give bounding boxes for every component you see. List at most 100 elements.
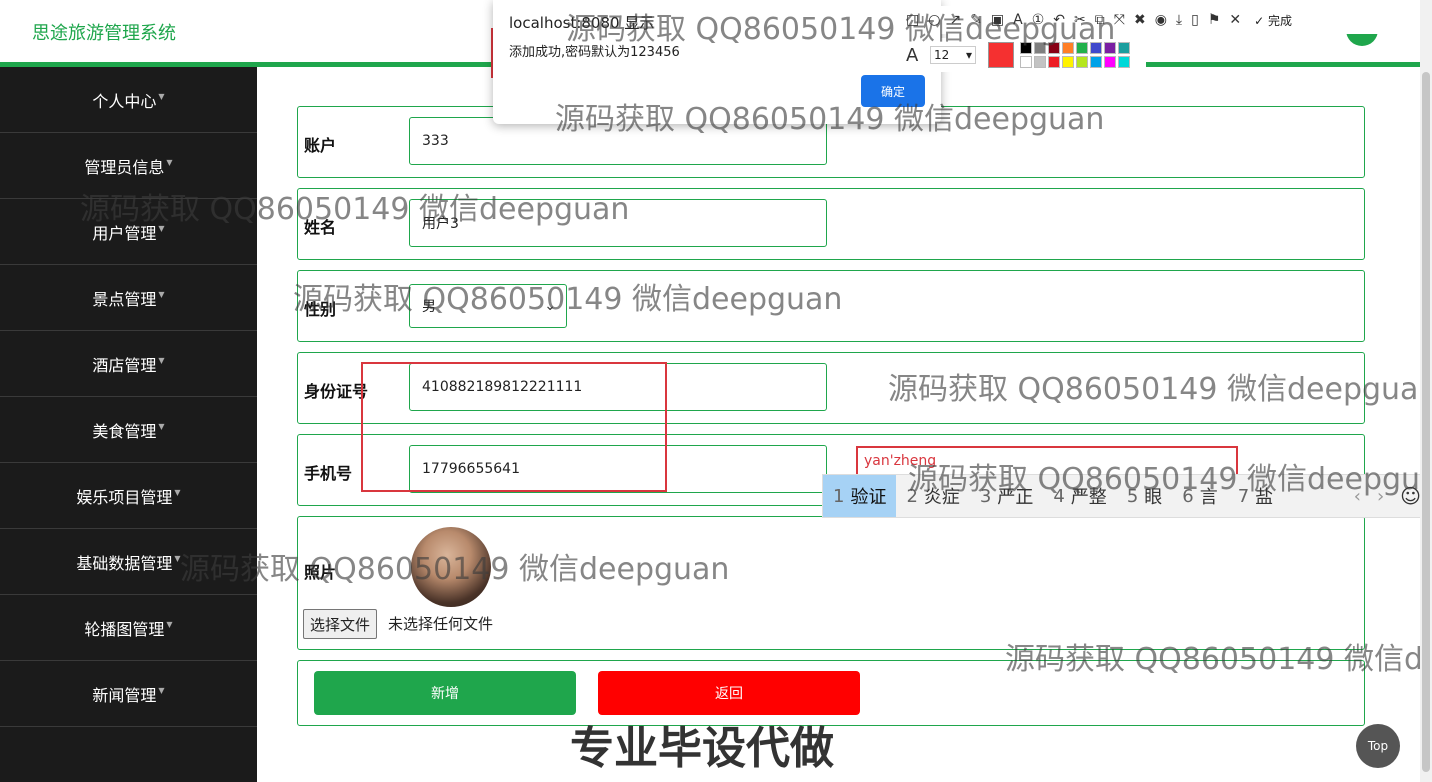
- sidebar-item-scenic-management[interactable]: 景点管理 ▼: [0, 265, 257, 331]
- ime-candidate-bar: 1 验证 2 炎症 3 严正 4 严整 5眼 6言 7盐 ‹ › ☺: [822, 474, 1432, 518]
- sidebar-item-food-management[interactable]: 美食管理 ▼: [0, 397, 257, 463]
- sidebar-item-hotel-management[interactable]: 酒店管理 ▼: [0, 331, 257, 397]
- sidebar-item-label: 用户管理: [92, 223, 157, 243]
- sidebar-item-news-management[interactable]: 新闻管理 ▼: [0, 661, 257, 727]
- color-swatch[interactable]: [1062, 42, 1074, 54]
- sidebar-item-carousel-management[interactable]: 轮播图管理 ▼: [0, 595, 257, 661]
- sidebar-item-label: 景点管理: [92, 289, 157, 309]
- sidebar-item-personal-center[interactable]: 个人中心 ▼: [0, 67, 257, 133]
- color-swatch[interactable]: [1118, 42, 1130, 54]
- sidebar-item-entertainment-management[interactable]: 娱乐项目管理 ▼: [0, 463, 257, 529]
- ime-candidate[interactable]: 3 严正: [970, 475, 1043, 517]
- candidate-word: 眼: [1144, 487, 1163, 508]
- record-icon[interactable]: ◉: [1155, 12, 1167, 28]
- color-swatch[interactable]: [1034, 56, 1046, 68]
- candidate-number: 7: [1237, 485, 1250, 507]
- candidate-number: 4: [1053, 485, 1065, 507]
- gender-select[interactable]: 男 ⌄: [409, 284, 567, 328]
- color-swatch[interactable]: [1020, 42, 1032, 54]
- back-button[interactable]: 返回: [598, 671, 860, 715]
- close-icon[interactable]: ✕: [1229, 12, 1241, 28]
- ime-composition-field[interactable]: yan'zheng: [856, 446, 1238, 476]
- dialog-ok-button[interactable]: 确定: [861, 75, 925, 107]
- bookmark-icon[interactable]: ⚑: [1208, 12, 1221, 28]
- promo-banner-text: 专业毕设代做: [570, 723, 834, 774]
- color-swatch[interactable]: [1104, 56, 1116, 68]
- arrow-tool-icon[interactable]: ↗: [949, 12, 961, 28]
- color-swatch[interactable]: [1076, 56, 1088, 68]
- form-row-gender: 性别 男 ⌄: [297, 270, 1365, 342]
- scrollbar-thumb[interactable]: [1422, 72, 1430, 772]
- ime-candidate[interactable]: 2 炎症: [896, 475, 969, 517]
- caret-down-icon: ▼: [158, 224, 165, 233]
- color-swatch[interactable]: [1048, 42, 1060, 54]
- caret-down-icon: ▼: [174, 488, 181, 497]
- annotation-box: [361, 362, 667, 492]
- sidebar-item-label: 娱乐项目管理: [76, 487, 173, 507]
- account-input[interactable]: 333: [409, 117, 827, 165]
- candidate-number: 5: [1126, 485, 1139, 507]
- color-swatch[interactable]: [1118, 56, 1130, 68]
- phone-icon[interactable]: ▯: [1191, 12, 1199, 28]
- dialog-message: 添加成功,密码默认为123456: [509, 45, 680, 60]
- current-color-swatch[interactable]: [988, 42, 1014, 68]
- mosaic-tool-icon[interactable]: ▣: [991, 12, 1004, 28]
- color-swatch[interactable]: [1020, 56, 1032, 68]
- sidebar-item-label: 酒店管理: [92, 355, 157, 375]
- chevron-down-icon: ▾: [965, 48, 972, 62]
- candidate-word: 盐: [1255, 487, 1274, 508]
- color-swatch[interactable]: [1048, 56, 1060, 68]
- ime-candidate[interactable]: 1 验证: [823, 475, 897, 517]
- candidate-word: 炎症: [923, 487, 960, 508]
- undo-icon[interactable]: ↶: [1053, 12, 1065, 28]
- sidebar-item-label: 管理员信息: [84, 157, 165, 177]
- cut-icon[interactable]: ✂: [1074, 12, 1086, 28]
- choose-file-button[interactable]: 选择文件: [303, 609, 378, 639]
- color-swatch[interactable]: [1062, 56, 1074, 68]
- candidate-word: 严正: [997, 487, 1034, 508]
- candidate-number: 1: [833, 485, 845, 507]
- caret-down-icon: ▼: [158, 92, 165, 101]
- color-swatch[interactable]: [1104, 42, 1116, 54]
- pin-icon[interactable]: ✖: [1134, 12, 1146, 28]
- color-swatch[interactable]: [1034, 42, 1046, 54]
- pen-tool-icon[interactable]: ✎: [970, 12, 982, 28]
- vertical-scrollbar[interactable]: [1420, 0, 1432, 782]
- account-label: 账户: [304, 136, 337, 155]
- sidebar-item-admin-info[interactable]: 管理员信息 ▼: [0, 133, 257, 199]
- text-tool-icon[interactable]: A: [1013, 12, 1023, 28]
- add-button[interactable]: 新增: [314, 671, 576, 715]
- expand-icon[interactable]: ⤧: [1114, 12, 1125, 28]
- sidebar-item-basic-data-management[interactable]: 基础数据管理 ▼: [0, 529, 257, 595]
- download-icon[interactable]: ⤓: [1176, 12, 1182, 28]
- rectangle-tool-icon[interactable]: □: [906, 12, 919, 28]
- color-swatch[interactable]: [1090, 42, 1102, 54]
- emoji-icon[interactable]: ☺: [1400, 484, 1421, 508]
- sidebar-item-user-management[interactable]: 用户管理 ▼: [0, 199, 257, 265]
- ime-candidate[interactable]: 5眼: [1117, 475, 1172, 517]
- caret-down-icon: ▼: [174, 554, 181, 563]
- copy-icon[interactable]: ⧉: [1095, 12, 1105, 28]
- color-palette: [1020, 42, 1130, 68]
- sidebar-item-label: 轮播图管理: [84, 619, 165, 639]
- chevron-down-icon: ⌄: [544, 298, 556, 314]
- back-to-top-button[interactable]: Top: [1356, 724, 1400, 768]
- chevron-right-icon[interactable]: ›: [1377, 486, 1384, 507]
- photo-label: 照片: [304, 563, 337, 582]
- font-size-select[interactable]: 12 ▾: [930, 46, 976, 64]
- idcard-label: 身份证号: [304, 382, 369, 401]
- snip-toolbar: □ ○ ↗ ✎ ▣ A ① ↶ ✂ ⧉ ⤧ ✖ ◉ ⤓ ▯ ⚑ ✕ ✓ 完成: [902, 6, 1432, 34]
- caret-down-icon: ▼: [158, 356, 165, 365]
- ime-candidate[interactable]: 7盐: [1228, 475, 1283, 517]
- ime-candidate[interactable]: 4 严整: [1043, 475, 1116, 517]
- ime-candidate[interactable]: 6言: [1172, 475, 1227, 517]
- number-tool-icon[interactable]: ①: [1032, 12, 1045, 28]
- ellipse-tool-icon[interactable]: ○: [928, 12, 940, 28]
- form-row-photo: 照片 选择文件 未选择任何文件: [297, 516, 1365, 650]
- color-swatch[interactable]: [1090, 56, 1102, 68]
- name-input[interactable]: 用户3: [409, 199, 827, 247]
- chevron-left-icon[interactable]: ‹: [1354, 486, 1361, 507]
- done-button[interactable]: ✓ 完成: [1254, 12, 1292, 29]
- color-swatch[interactable]: [1076, 42, 1088, 54]
- font-size-value: 12: [934, 48, 950, 62]
